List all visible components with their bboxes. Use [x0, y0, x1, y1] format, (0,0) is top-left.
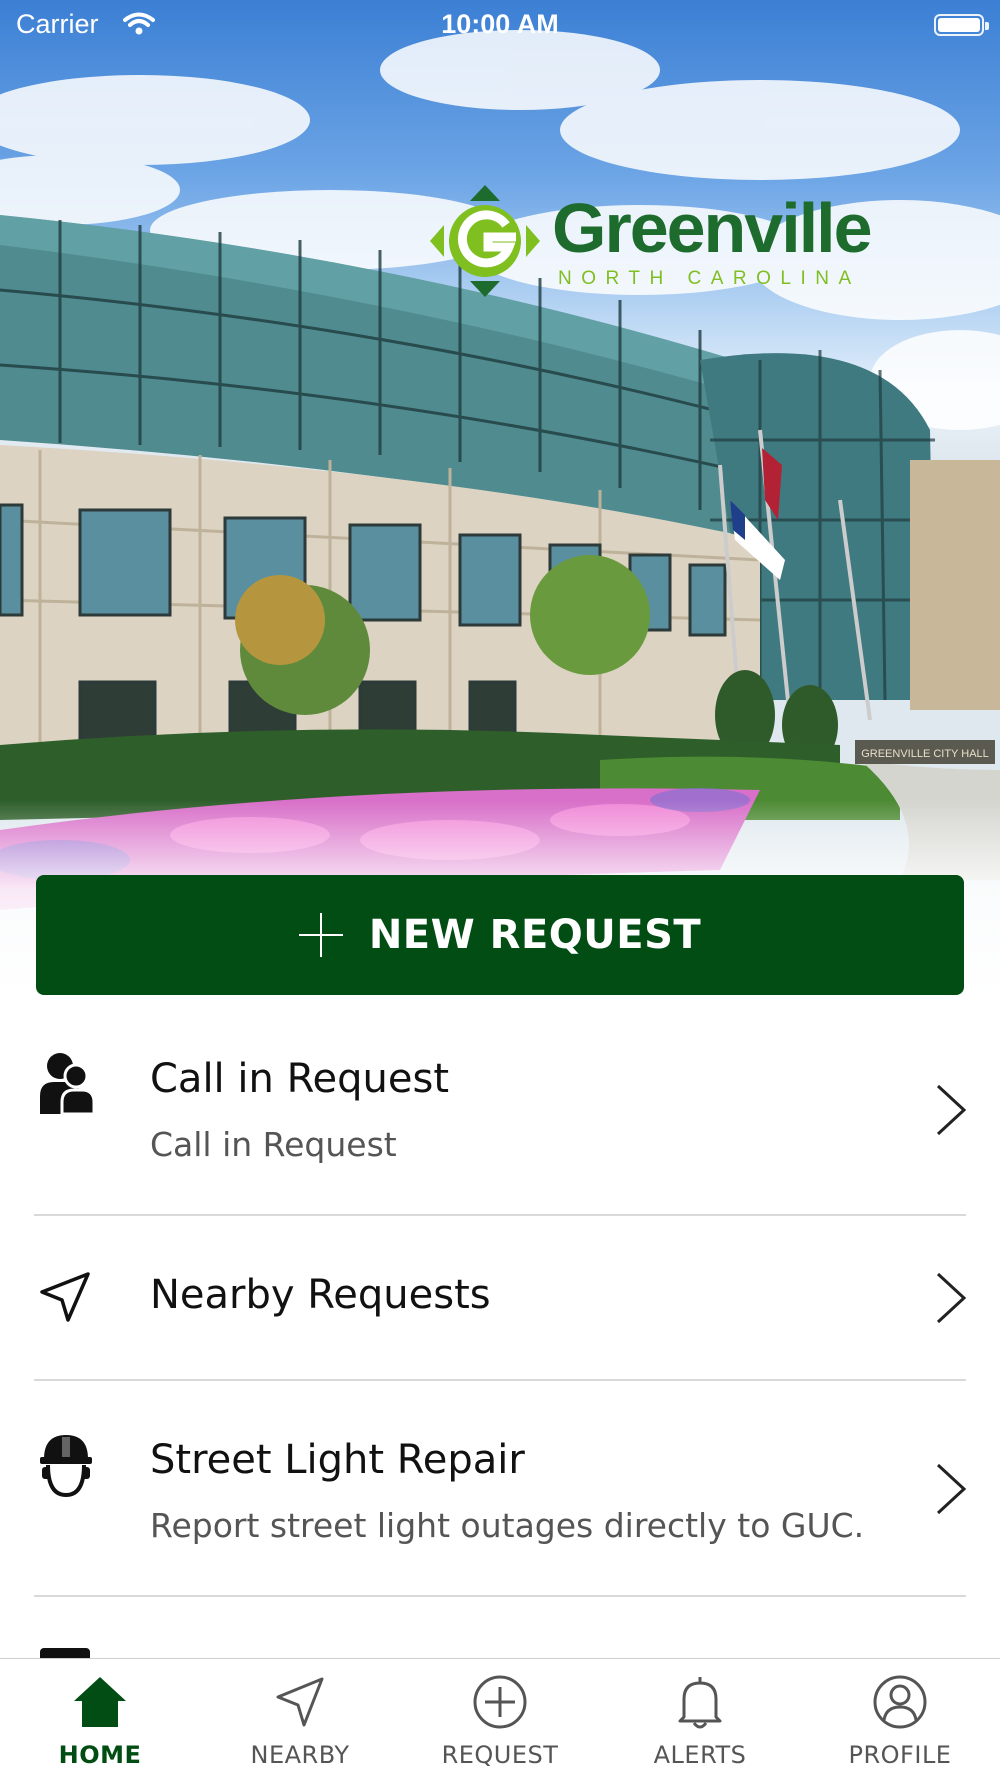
clipboard-icon	[40, 1648, 90, 1658]
plus-icon	[298, 913, 343, 957]
tab-profile[interactable]: PROFILE	[800, 1659, 1000, 1778]
battery-icon	[934, 14, 989, 36]
logo-wordmark: Greenville	[552, 189, 873, 267]
chevron-right-icon	[936, 1084, 967, 1136]
tab-label: ALERTS	[653, 1741, 747, 1769]
location-arrow-icon	[40, 1272, 90, 1322]
chevron-right-icon	[936, 1272, 967, 1324]
divider	[34, 1595, 966, 1597]
menu-item-title: Call in Request	[150, 1056, 450, 1102]
logo-subtitle: NORTH CAROLINA	[558, 268, 861, 289]
tab-label: REQUEST	[441, 1741, 559, 1769]
menu-item-call-in-request[interactable]: Call in Request Call in Request	[0, 1000, 1000, 1215]
user-circle-icon	[873, 1675, 927, 1729]
new-request-button[interactable]: NEW REQUEST	[36, 875, 964, 995]
menu-item-subtitle: Report street light outages directly to …	[150, 1506, 865, 1545]
menu-item-title: Nearby Requests	[150, 1272, 491, 1318]
new-request-label: NEW REQUEST	[368, 912, 702, 958]
greenville-logo-mark-icon	[430, 185, 540, 297]
plus-circle-icon	[473, 1675, 527, 1729]
status-bar: Carrier 10:00 AM	[0, 0, 1000, 50]
tab-request[interactable]: REQUEST	[400, 1659, 600, 1778]
tab-nearby[interactable]: NEARBY	[200, 1659, 400, 1778]
hardhat-worker-icon	[40, 1435, 92, 1498]
tab-label: NEARBY	[250, 1741, 350, 1769]
people-icon	[40, 1053, 94, 1114]
hero-image: GREENVILLE CITY HALL	[0, 0, 1000, 1000]
tab-label: HOME	[58, 1741, 142, 1769]
menu-item-nearby-requests[interactable]: Nearby Requests	[0, 1216, 1000, 1380]
tab-alerts[interactable]: ALERTS	[600, 1659, 800, 1778]
chevron-right-icon	[936, 1463, 967, 1515]
menu-item-title: Street Light Repair	[150, 1437, 525, 1483]
location-arrow-icon	[276, 1677, 324, 1727]
menu-item-street-light-repair[interactable]: Street Light Repair Report street light …	[0, 1381, 1000, 1596]
status-time: 10:00 AM	[441, 9, 559, 39]
tab-home[interactable]: HOME	[0, 1659, 200, 1778]
tab-label: PROFILE	[848, 1741, 952, 1769]
city-hall-sign: GREENVILLE CITY HALL	[861, 748, 989, 760]
home-icon	[74, 1677, 126, 1727]
tab-bar: HOME NEARBY REQUEST ALERTS PROFILE	[0, 1658, 1000, 1778]
menu-item-subtitle: Call in Request	[150, 1125, 397, 1164]
bell-icon	[678, 1677, 722, 1729]
greenville-logo: Greenville NORTH CAROLINA	[430, 185, 900, 297]
